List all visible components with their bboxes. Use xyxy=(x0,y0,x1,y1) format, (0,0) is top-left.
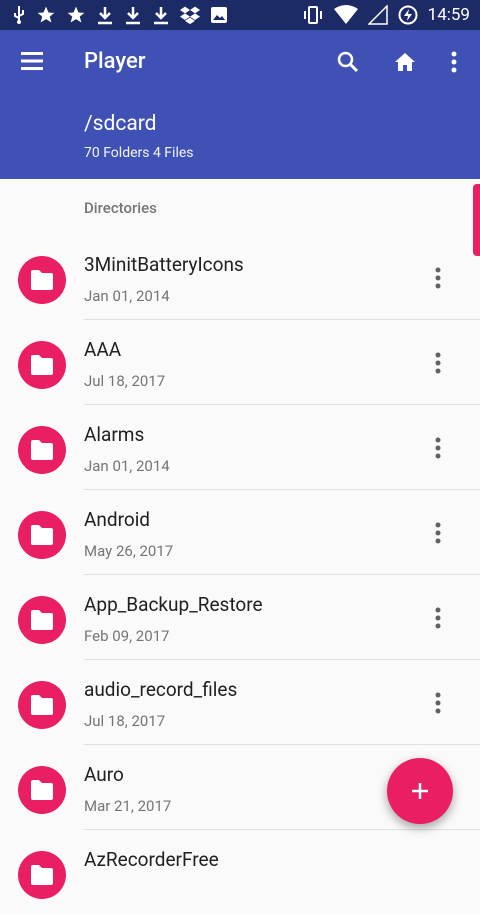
item-date: Mar 21, 2017 xyxy=(84,797,172,815)
wifi-icon xyxy=(333,5,358,24)
item-date: Jan 01, 2014 xyxy=(84,287,170,305)
search-button[interactable] xyxy=(332,46,364,78)
divider xyxy=(84,829,480,830)
divider xyxy=(84,744,480,745)
folder-avatar xyxy=(18,256,66,304)
folder-icon xyxy=(31,695,53,715)
item-name: AAA xyxy=(84,338,122,361)
item-name: AzRecorderFree xyxy=(84,848,219,871)
folder-avatar xyxy=(18,341,66,389)
menu-button[interactable] xyxy=(20,50,46,72)
divider xyxy=(84,574,480,575)
folder-avatar xyxy=(18,511,66,559)
home-button[interactable] xyxy=(389,46,421,78)
folder-icon xyxy=(31,270,53,290)
list-item[interactable]: AAA Jul 18, 2017 xyxy=(0,321,480,405)
folder-avatar xyxy=(18,681,66,729)
section-header: Directories xyxy=(84,199,157,217)
divider xyxy=(84,659,480,660)
battery-charging-icon xyxy=(398,5,418,25)
add-icon xyxy=(412,783,428,799)
more-vert-icon xyxy=(435,692,441,714)
list-item[interactable]: App_Backup_Restore Feb 09, 2017 xyxy=(0,576,480,660)
dropbox-icon xyxy=(180,6,200,25)
item-name: App_Backup_Restore xyxy=(84,593,263,616)
list-item[interactable]: Alarms Jan 01, 2014 xyxy=(0,406,480,490)
folder-icon xyxy=(31,440,53,460)
item-overflow-button[interactable] xyxy=(426,349,450,377)
item-name: Android xyxy=(84,508,151,531)
folder-icon xyxy=(31,525,53,545)
folder-icon xyxy=(31,865,53,885)
status-bar-notifications xyxy=(12,5,228,25)
item-date: Jul 18, 2017 xyxy=(84,712,166,730)
list-item[interactable]: AzRecorderFree xyxy=(0,831,480,915)
add-button[interactable] xyxy=(387,758,453,824)
list-item[interactable]: 3MinitBatteryIcons Jan 01, 2014 xyxy=(0,236,480,320)
folder-file-counts: 70 Folders 4 Files xyxy=(84,145,194,161)
item-overflow-button[interactable] xyxy=(426,264,450,292)
vibrate-icon xyxy=(303,6,322,24)
item-name: Auro xyxy=(84,763,124,786)
list-item[interactable]: audio_record_files Jul 18, 2017 xyxy=(0,661,480,745)
status-bar-system: 14:59 xyxy=(302,5,470,25)
folder-avatar xyxy=(18,596,66,644)
item-name: 3MinitBatteryIcons xyxy=(84,253,244,276)
more-vert-icon xyxy=(435,522,441,544)
star-icon xyxy=(37,6,55,23)
divider xyxy=(84,319,480,320)
item-date: Jul 18, 2017 xyxy=(84,372,166,390)
download-icon xyxy=(98,7,112,25)
status-time: 14:59 xyxy=(427,5,470,25)
divider xyxy=(84,489,480,490)
menu-icon xyxy=(21,52,43,70)
item-date: Jan 01, 2014 xyxy=(84,457,170,475)
app-bar: Player /sdcard 70 Folders 4 Files xyxy=(0,30,480,179)
folder-avatar xyxy=(18,851,66,899)
folder-avatar xyxy=(18,766,66,814)
status-bar: 14:59 xyxy=(0,0,480,30)
folder-avatar xyxy=(18,426,66,474)
search-icon xyxy=(337,51,359,73)
current-path: /sdcard xyxy=(84,112,157,136)
more-vert-icon xyxy=(435,607,441,629)
download-icon xyxy=(126,7,140,25)
more-vert-icon xyxy=(451,51,457,73)
item-overflow-button[interactable] xyxy=(426,519,450,547)
item-date: May 26, 2017 xyxy=(84,542,174,560)
folder-icon xyxy=(31,780,53,800)
folder-icon xyxy=(31,610,53,630)
usb-icon xyxy=(14,6,24,24)
home-icon xyxy=(395,53,415,71)
item-overflow-button[interactable] xyxy=(426,689,450,717)
folder-icon xyxy=(31,355,53,375)
star-icon xyxy=(67,6,85,23)
item-overflow-button[interactable] xyxy=(426,434,450,462)
overflow-menu-button[interactable] xyxy=(438,46,470,78)
item-date: Feb 09, 2017 xyxy=(84,627,170,645)
list-item[interactable]: Android May 26, 2017 xyxy=(0,491,480,575)
more-vert-icon xyxy=(435,267,441,289)
page-title: Player xyxy=(84,49,146,74)
divider xyxy=(84,404,480,405)
item-name: Alarms xyxy=(84,423,145,446)
signal-icon xyxy=(367,5,388,25)
image-icon xyxy=(211,7,227,23)
item-overflow-button[interactable] xyxy=(426,604,450,632)
more-vert-icon xyxy=(435,437,441,459)
more-vert-icon xyxy=(435,352,441,374)
item-name: audio_record_files xyxy=(84,678,238,701)
download-icon xyxy=(154,7,168,25)
